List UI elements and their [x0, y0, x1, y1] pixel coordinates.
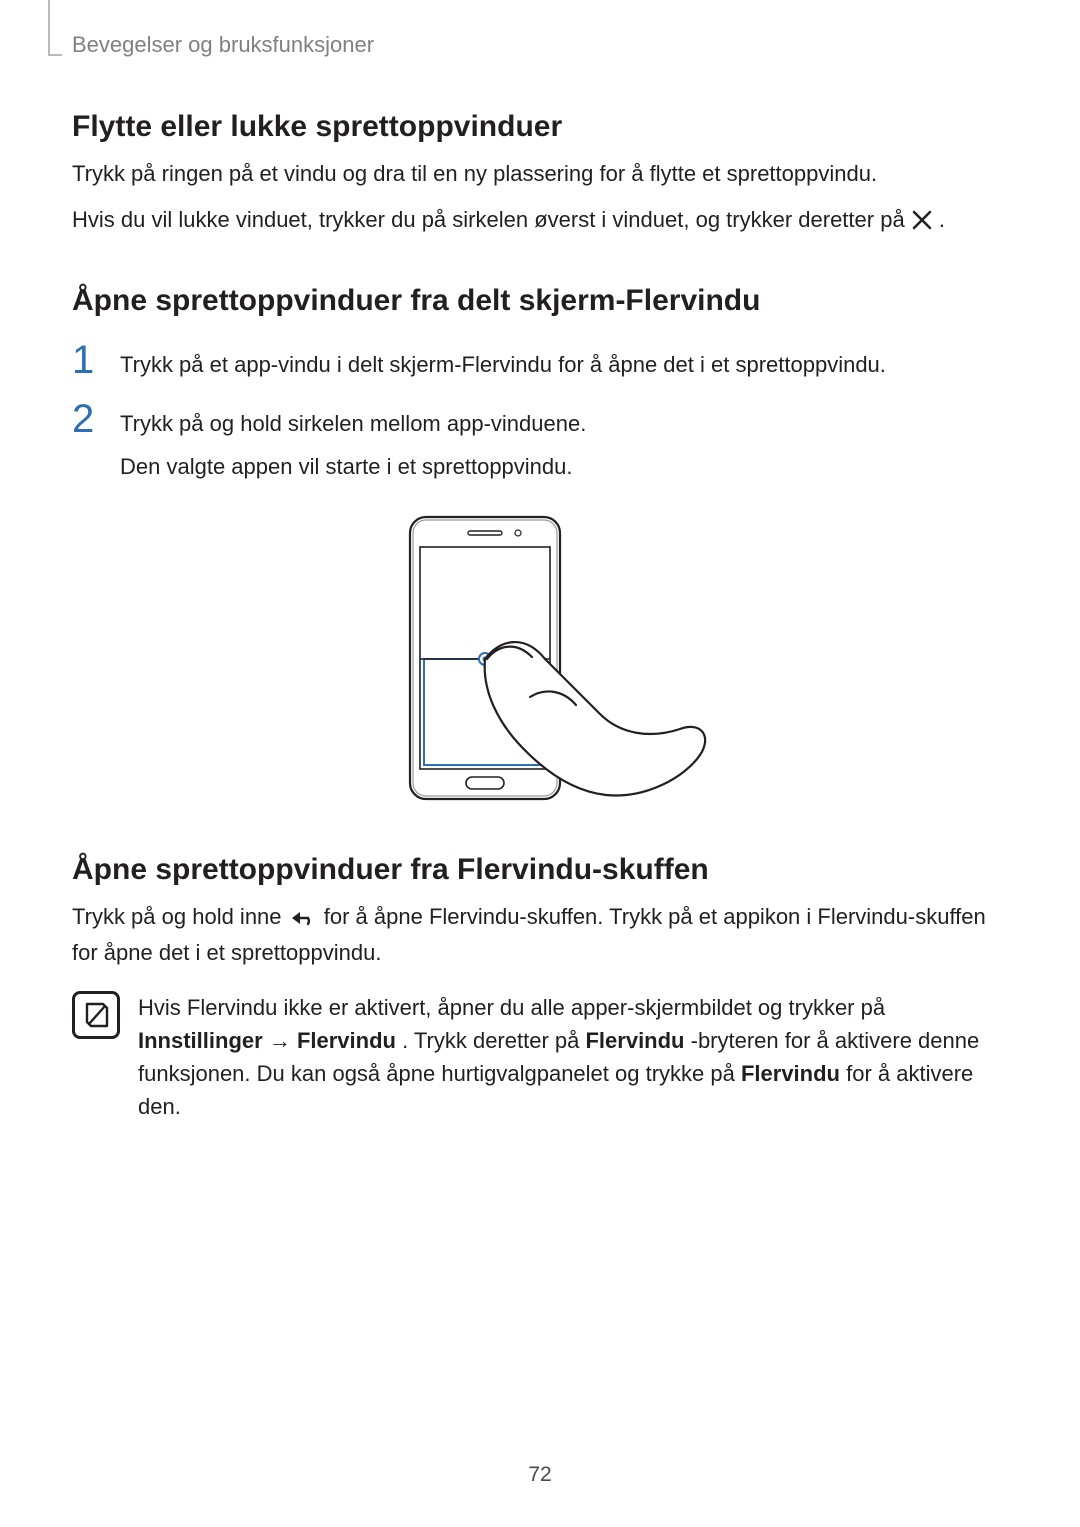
step-subtext: Den valgte appen vil starte i et spretto…: [120, 450, 586, 483]
paragraph: Trykk på ringen på et vindu og dra til e…: [72, 158, 1008, 190]
text-fragment: .: [939, 207, 945, 232]
back-hold-icon: [288, 905, 318, 937]
note-text: Hvis Flervindu ikke er aktivert, åpner d…: [138, 991, 1008, 1123]
heading-open-split: Åpne sprettoppvinduer fra delt skjerm-Fl…: [72, 284, 1008, 318]
note-block: Hvis Flervindu ikke er aktivert, åpner d…: [72, 991, 1008, 1123]
text-fragment: Trykk på og hold inne: [72, 904, 288, 929]
text-bold: Flervindu: [585, 1028, 684, 1053]
step-text: Trykk på et app-vindu i delt skjerm-Fler…: [120, 340, 886, 381]
heading-move-close: Flytte eller lukke sprettoppvinduer: [72, 110, 1008, 144]
text-fragment: →: [269, 1028, 297, 1053]
text-bold: Flervindu: [297, 1028, 396, 1053]
text-fragment: Hvis Flervindu ikke er aktivert, åpner d…: [138, 995, 885, 1020]
text-bold: Flervindu: [741, 1061, 840, 1086]
text-fragment: Hvis du vil lukke vinduet, trykker du på…: [72, 207, 911, 232]
paragraph: Trykk på og hold inne for å åpne Flervin…: [72, 901, 1008, 969]
text-fragment: . Trykk deretter på: [402, 1028, 585, 1053]
running-header: Bevegelser og bruksfunksjoner: [72, 32, 1008, 58]
illustration-phone-touch: [350, 509, 730, 809]
step-item: 2 Trykk på og hold sirkelen mellom app-v…: [72, 399, 1008, 483]
x-icon: [911, 208, 933, 240]
heading-open-tray: Åpne sprettoppvinduer fra Flervindu-skuf…: [72, 853, 1008, 887]
step-text: Trykk på og hold sirkelen mellom app-vin…: [120, 407, 586, 440]
note-icon: [72, 991, 120, 1039]
step-number: 2: [72, 399, 98, 483]
page-crop-mark: [48, 0, 50, 56]
step-number: 1: [72, 340, 98, 381]
step-item: 1 Trykk på et app-vindu i delt skjerm-Fl…: [72, 340, 1008, 381]
page-number: 72: [0, 1463, 1080, 1487]
paragraph: Hvis du vil lukke vinduet, trykker du på…: [72, 204, 1008, 240]
text-bold: Innstillinger: [138, 1028, 263, 1053]
